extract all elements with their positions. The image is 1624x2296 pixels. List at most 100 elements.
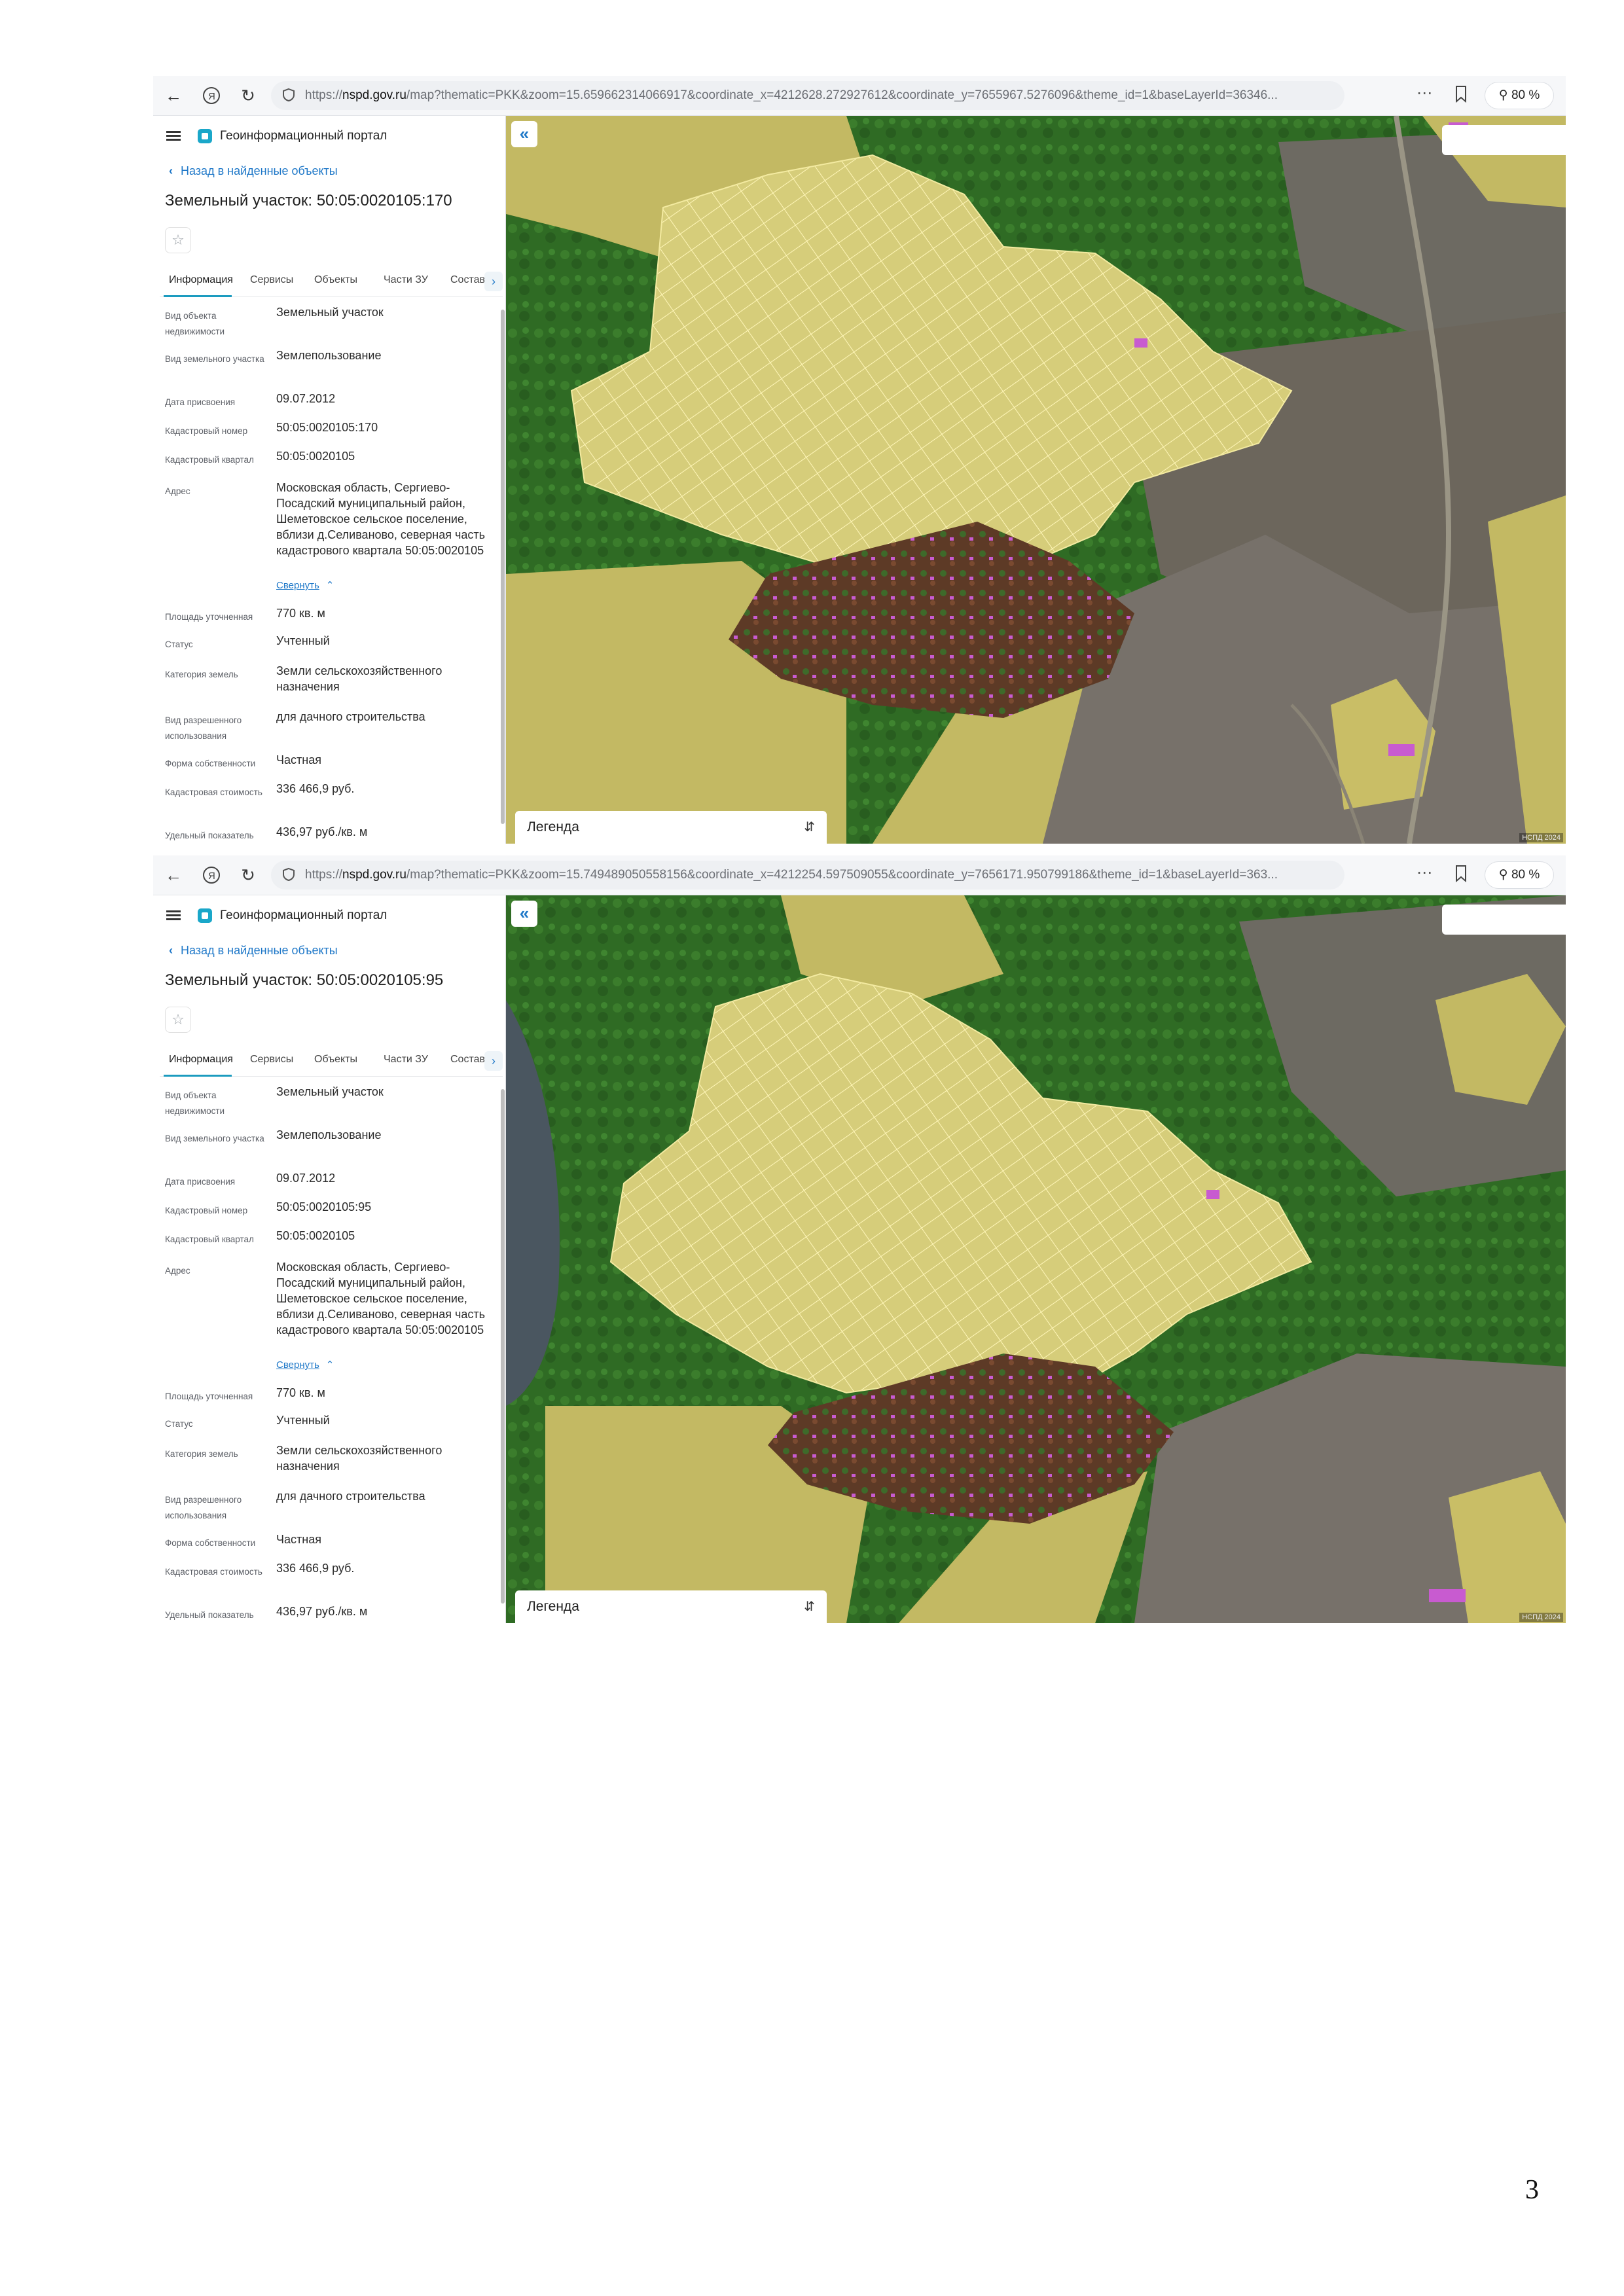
field-label: Статус — [165, 639, 193, 649]
field-label: Адрес — [165, 486, 190, 496]
field-value: Землепользование — [276, 349, 382, 362]
field-label: Площадь уточненная — [165, 1391, 253, 1401]
bookmark-icon[interactable] — [1454, 85, 1468, 103]
page-title: Земельный участок: 50:05:0020105:170 — [165, 192, 452, 209]
back-arrow-icon[interactable]: ← — [162, 864, 185, 886]
menu-icon[interactable] — [166, 131, 181, 141]
satellite-map[interactable] — [506, 116, 1566, 844]
tab-information[interactable]: Информация — [169, 274, 233, 286]
legend-label: Легенда — [527, 1599, 579, 1614]
back-link-label: Назад в найденные объекты — [181, 944, 338, 957]
tab-services[interactable]: Сервисы — [250, 274, 293, 286]
chevron-left-icon: ‹ — [169, 944, 173, 957]
field-value: 770 кв. м — [276, 1386, 325, 1399]
chevron-right-icon[interactable]: › — [484, 272, 503, 291]
svg-text:Я: Я — [208, 870, 215, 882]
scroll-thumb[interactable] — [501, 1089, 505, 1604]
updown-chevron-icon: ⇵ — [804, 820, 815, 834]
field-label: Адрес — [165, 1266, 190, 1276]
field-label: Кадастровая стоимость — [165, 1567, 262, 1577]
tab-composition[interactable]: Состав — [450, 274, 485, 286]
map-attribution: НСПД 2024 — [1519, 833, 1563, 842]
tab-objects[interactable]: Объекты — [314, 274, 357, 286]
back-arrow-icon[interactable]: ← — [162, 84, 185, 107]
field-label: Удельный показатель кадастровой — [165, 1610, 254, 1620]
zoom-value: 80 % — [1511, 88, 1540, 102]
favorite-star-icon[interactable]: ☆ — [165, 227, 191, 253]
map-search-box[interactable] — [1442, 905, 1566, 935]
field-value: Частная — [276, 1533, 321, 1546]
menu-icon[interactable] — [166, 910, 181, 921]
map-search-box[interactable] — [1442, 125, 1566, 155]
browser-toolbar: ← Я ↻ https://nspd.gov.ru/map?thematic=P… — [153, 855, 1566, 895]
field-value: 09.07.2012 — [276, 392, 336, 405]
panel-scrollbar[interactable] — [500, 303, 505, 844]
tab-parts[interactable]: Части ЗУ — [384, 274, 428, 286]
tab-objects[interactable]: Объекты — [314, 1054, 357, 1066]
field-value: Земельный участок — [276, 1085, 384, 1098]
back-to-results-link[interactable]: ‹ Назад в найденные объекты — [169, 164, 338, 178]
scroll-thumb[interactable] — [501, 310, 505, 824]
field-value: Земли сельскохозяйственного назначения — [276, 664, 442, 693]
map-view[interactable]: « Легенда ⇵ НСПД 2024 — [506, 895, 1566, 1623]
portal-logo-icon — [198, 908, 212, 923]
shield-icon — [283, 867, 295, 882]
field-label: Вид земельного участка — [165, 354, 264, 364]
tab-information[interactable]: Информация — [169, 1054, 233, 1066]
satellite-map[interactable] — [506, 895, 1566, 1623]
zoom-button[interactable]: ⚲ 80 % — [1485, 862, 1553, 888]
panel-scrollbar[interactable] — [500, 1083, 505, 1623]
address-bar[interactable]: https://nspd.gov.ru/map?thematic=PKK&zoo… — [271, 81, 1344, 110]
zoom-button[interactable]: ⚲ 80 % — [1485, 82, 1553, 109]
reload-icon[interactable]: ↻ — [237, 84, 259, 107]
field-label: Форма собственности — [165, 1538, 256, 1548]
updown-chevron-icon: ⇵ — [804, 1600, 815, 1614]
field-label: Площадь уточненная — [165, 612, 253, 622]
address-bar[interactable]: https://nspd.gov.ru/map?thematic=PKK&zoo… — [271, 861, 1344, 889]
chevron-right-icon[interactable]: › — [484, 1051, 503, 1071]
portal-name: Геоинформационный портал — [220, 129, 388, 143]
url-text: https://nspd.gov.ru/map?thematic=PKK&zoo… — [305, 88, 1278, 102]
map-view[interactable]: « Легенда ⇵ НСПД 2024 — [506, 116, 1566, 844]
yandex-icon[interactable]: Я — [200, 84, 223, 107]
field-label: Дата присвоения — [165, 397, 236, 407]
portal-header: Геоинформационный портал — [166, 905, 387, 927]
favorite-star-icon[interactable]: ☆ — [165, 1007, 191, 1033]
field-label: Вид разрешенного использования — [165, 715, 242, 741]
field-label: Категория земель — [165, 670, 238, 679]
more-icon[interactable]: ⋯ — [1416, 84, 1432, 103]
collapse-link[interactable]: Свернуть ⌃ — [276, 579, 334, 591]
legend-dropdown[interactable]: Легенда ⇵ — [515, 1590, 827, 1623]
field-value: 436,97 руб./кв. м — [276, 1605, 368, 1618]
zoom-icon: ⚲ — [1498, 868, 1508, 882]
field-label: Статус — [165, 1419, 193, 1429]
yandex-icon[interactable]: Я — [200, 864, 223, 886]
collapse-panel-button[interactable]: « — [511, 121, 537, 147]
more-icon[interactable]: ⋯ — [1416, 863, 1432, 882]
page-title: Земельный участок: 50:05:0020105:95 — [165, 971, 444, 989]
legend-dropdown[interactable]: Легенда ⇵ — [515, 811, 827, 844]
bookmark-icon[interactable] — [1454, 865, 1468, 883]
portal-name: Геоинформационный портал — [220, 908, 388, 922]
tab-bar: Информация Сервисы Объекты Части ЗУ Сост… — [160, 1047, 503, 1077]
field-value: 336 466,9 руб. — [276, 782, 355, 795]
collapse-link[interactable]: Свернуть ⌃ — [276, 1359, 334, 1371]
collapse-panel-button[interactable]: « — [511, 901, 537, 927]
field-label: Вид земельного участка — [165, 1134, 264, 1143]
field-value: Земельный участок — [276, 306, 384, 319]
tab-parts[interactable]: Части ЗУ — [384, 1054, 428, 1066]
tab-bar: Информация Сервисы Объекты Части ЗУ Сост… — [160, 268, 503, 297]
field-value: 336 466,9 руб. — [276, 1562, 355, 1575]
back-to-results-link[interactable]: ‹ Назад в найденные объекты — [169, 944, 338, 958]
tab-services[interactable]: Сервисы — [250, 1054, 293, 1066]
info-panel: Геоинформационный портал ‹ Назад в найден… — [153, 895, 506, 1623]
field-value: 50:05:0020105:95 — [276, 1200, 372, 1213]
chevron-up-icon: ⌃ — [325, 580, 334, 591]
field-value: Землепользование — [276, 1128, 382, 1141]
field-label: Форма собственности — [165, 759, 256, 768]
field-value: для дачного строительства — [276, 710, 425, 723]
portal-header: Геоинформационный портал — [166, 125, 387, 147]
map-attribution: НСПД 2024 — [1519, 1613, 1563, 1622]
reload-icon[interactable]: ↻ — [237, 864, 259, 886]
tab-composition[interactable]: Состав — [450, 1054, 485, 1066]
